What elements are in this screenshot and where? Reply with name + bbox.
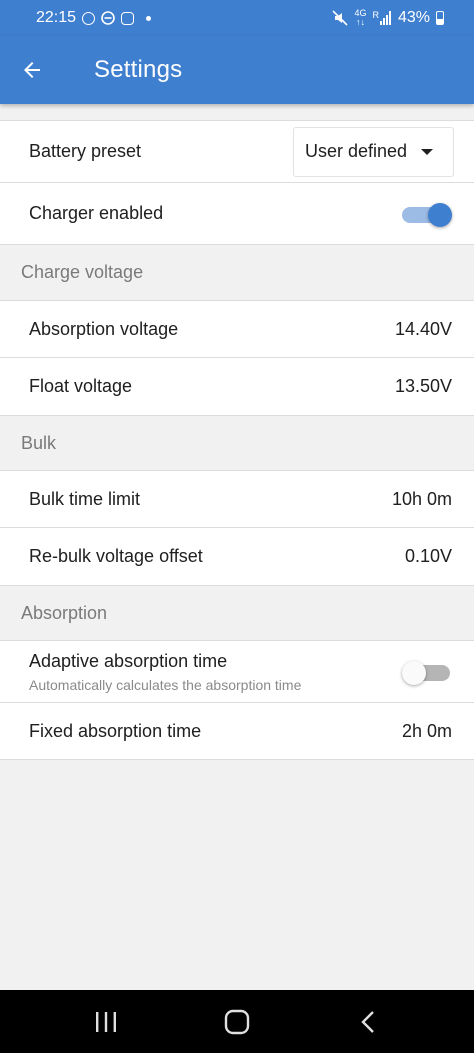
float-voltage-value: 13.50V	[394, 376, 452, 396]
whatsapp-icon	[82, 11, 96, 25]
home-button[interactable]	[207, 997, 267, 1047]
battery-percentage: 43%	[397, 9, 430, 26]
back-nav-button[interactable]	[338, 997, 398, 1047]
battery-icon	[436, 11, 444, 25]
adaptive-absorption-row[interactable]: Adaptive absorption time Automatically c…	[0, 640, 474, 702]
bulk-time-limit-value: 10h 0m	[391, 488, 452, 509]
network-activity: ↑↓	[355, 17, 365, 27]
settings-list: Battery preset User defined Charger enab…	[0, 104, 474, 760]
bulk-time-limit-row[interactable]: Bulk time limit 10h 0m	[0, 470, 474, 527]
signal-icon: R	[372, 11, 392, 25]
status-left: 22:15	[36, 9, 152, 27]
status-time: 22:15	[36, 9, 77, 26]
absorption-voltage-label: Absorption voltage	[29, 318, 179, 339]
rebulk-voltage-offset-value: 0.10V	[404, 546, 452, 566]
adaptive-absorption-toggle[interactable]	[402, 659, 452, 685]
battery-preset-label: Battery preset	[29, 141, 142, 161]
rebulk-voltage-offset-label: Re-bulk voltage offset	[29, 546, 203, 566]
adaptive-absorption-text: Adaptive absorption time Automatically c…	[29, 651, 301, 693]
notification-dot-icon	[146, 15, 152, 21]
list-end-divider	[0, 759, 474, 760]
fixed-absorption-time-row[interactable]: Fixed absorption time 2h 0m	[0, 702, 474, 759]
status-right: 4G ↑↓ R 43%	[332, 9, 444, 27]
page-title: Settings	[94, 56, 183, 83]
instagram-icon	[121, 11, 135, 25]
absorption-voltage-row[interactable]: Absorption voltage 14.40V	[0, 300, 474, 357]
roaming-indicator: R	[372, 10, 379, 20]
caret-down-icon	[421, 148, 433, 155]
fixed-absorption-time-value: 2h 0m	[401, 720, 452, 741]
chevron-left-icon	[361, 1010, 375, 1033]
charger-enabled-row[interactable]: Charger enabled	[0, 182, 474, 244]
fixed-absorption-time-label: Fixed absorption time	[29, 720, 202, 741]
rebulk-voltage-offset-row[interactable]: Re-bulk voltage offset 0.10V	[0, 527, 474, 585]
battery-preset-value: User defined	[305, 141, 408, 161]
toggle-thumb	[428, 202, 452, 227]
battery-preset-row: Battery preset User defined	[0, 120, 474, 182]
adaptive-absorption-label: Adaptive absorption time	[29, 650, 228, 671]
section-charge-voltage: Charge voltage	[0, 244, 474, 300]
toggle-thumb	[402, 660, 426, 685]
arrow-left-icon	[24, 62, 40, 78]
bulk-time-limit-label: Bulk time limit	[29, 488, 141, 509]
battery-preset-dropdown[interactable]: User defined	[293, 126, 454, 177]
charger-enabled-label: Charger enabled	[29, 203, 164, 223]
navigation-bar	[0, 990, 474, 1053]
recents-button[interactable]	[76, 997, 136, 1047]
adaptive-absorption-description: Automatically calculates the absorption …	[29, 676, 302, 693]
section-absorption: Absorption	[0, 585, 474, 640]
home-icon	[224, 1009, 250, 1034]
status-bar: 22:15 4G ↑↓ R 43%	[0, 0, 474, 36]
recents-icon	[95, 1011, 116, 1032]
app-bar: Settings	[0, 36, 474, 104]
charger-enabled-toggle[interactable]	[402, 201, 452, 227]
network-indicator: 4G ↑↓	[354, 9, 366, 27]
top-spacer	[0, 104, 474, 120]
section-bulk: Bulk	[0, 415, 474, 470]
do-not-disturb-icon	[101, 11, 115, 25]
mute-icon	[332, 10, 349, 26]
absorption-voltage-value: 14.40V	[394, 318, 452, 339]
back-button[interactable]	[0, 36, 64, 104]
float-voltage-row[interactable]: Float voltage 13.50V	[0, 357, 474, 415]
float-voltage-label: Float voltage	[29, 376, 133, 396]
